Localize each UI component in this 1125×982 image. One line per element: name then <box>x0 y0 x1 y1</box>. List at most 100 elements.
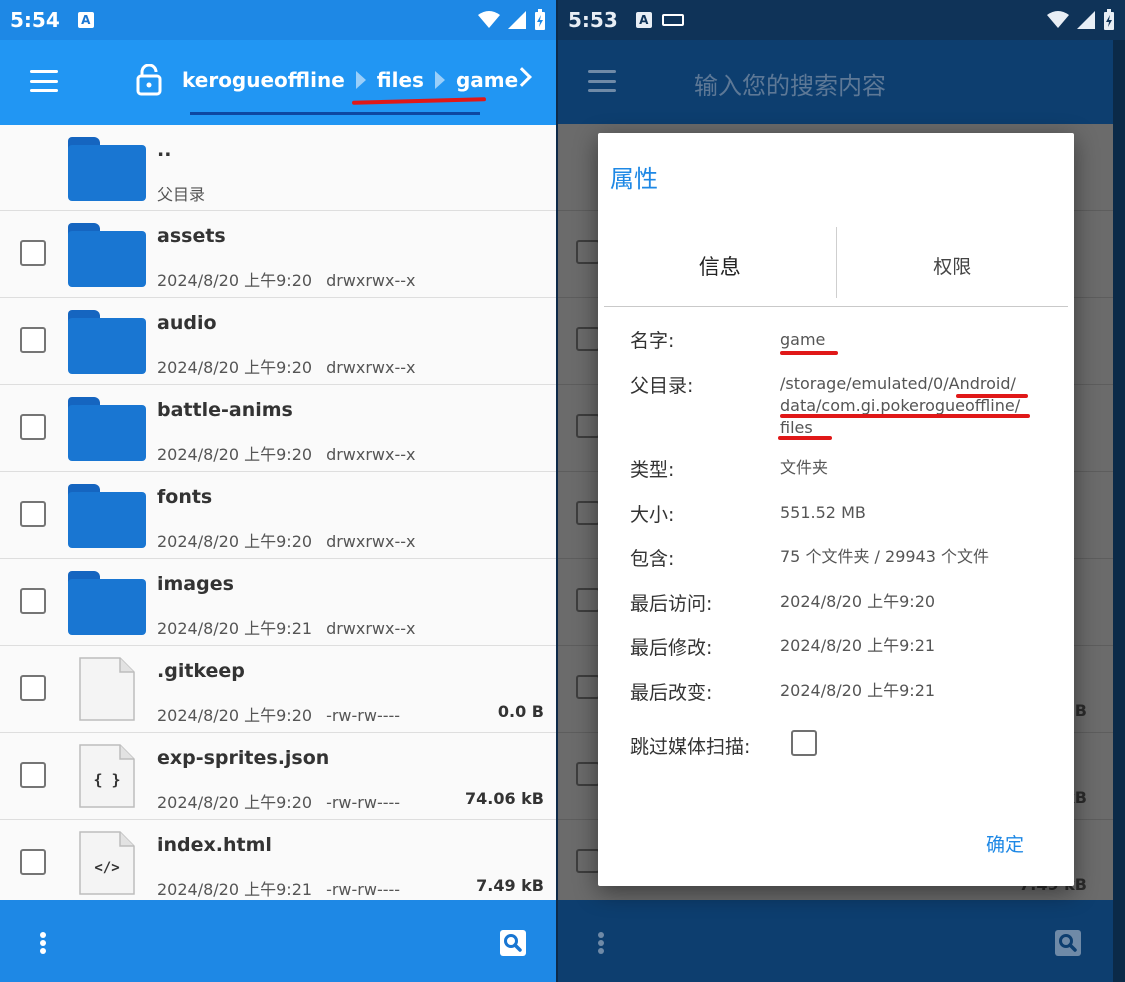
annotation-underline <box>956 394 1028 398</box>
lock-open-icon[interactable] <box>136 64 162 96</box>
file-permissions: -rw-rw---- <box>326 880 401 899</box>
menu-icon[interactable] <box>30 70 58 92</box>
file-permissions: drwxrwx--x <box>326 532 416 551</box>
parent-dir-label: 父目录: <box>630 375 694 397</box>
list-item[interactable]: .gitkeep 2024/8/20 上午9:20 -rw-rw---- 0.0 … <box>0 646 556 733</box>
select-checkbox[interactable] <box>20 501 46 527</box>
annotation-underline <box>778 436 832 440</box>
keyboard-icon <box>661 14 684 26</box>
file-permissions: drwxrwx--x <box>326 271 416 290</box>
list-item[interactable]: assets 2024/8/20 上午9:20 drwxrwx--x <box>0 211 556 298</box>
file-permissions: drwxrwx--x <box>326 445 416 464</box>
list-item[interactable]: battle-anims 2024/8/20 上午9:20 drwxrwx--x <box>0 385 556 472</box>
list-item[interactable]: { } exp-sprites.json 2024/8/20 上午9:20 -rw… <box>0 733 556 820</box>
search-icon <box>504 934 522 952</box>
properties-panel: 5:53 A 输入您的搜索内容 0 B kB 7.49 kB <box>558 0 1125 982</box>
breadcrumb-item-current[interactable]: game <box>456 68 518 92</box>
file-name: audio <box>157 312 217 334</box>
file-permissions: drwxrwx--x <box>326 358 416 377</box>
tab-permissions[interactable]: 权限 <box>837 225 1069 306</box>
breadcrumb-separator-icon <box>434 71 445 89</box>
last-accessed-value: 2024/8/20 上午9:20 <box>780 592 936 611</box>
breadcrumb-indicator <box>190 112 480 115</box>
status-time: 5:53 <box>568 8 618 32</box>
select-checkbox[interactable] <box>20 240 46 266</box>
dialog-title: 属性 <box>610 165 658 193</box>
file-meta: 2024/8/20 上午9:21 -rw-rw---- <box>157 876 400 900</box>
size-label: 大小: <box>630 504 675 526</box>
breadcrumb-item[interactable]: kerogueoffline <box>182 68 345 92</box>
file-name: assets <box>157 225 226 247</box>
file-permissions: -rw-rw---- <box>326 793 401 812</box>
app-notification-icon: A <box>77 12 94 28</box>
ok-button[interactable]: 确定 <box>986 830 1024 857</box>
search-toolbar: 输入您的搜索内容 <box>558 40 1113 124</box>
list-item[interactable]: images 2024/8/20 上午9:21 drwxrwx--x <box>0 559 556 646</box>
last-changed-value: 2024/8/20 上午9:21 <box>780 681 936 700</box>
select-checkbox[interactable] <box>20 675 46 701</box>
tab-info[interactable]: 信息 <box>604 225 836 306</box>
file-size: 7.49 kB <box>476 876 544 895</box>
breadcrumb-separator-icon <box>355 71 366 89</box>
file-name: fonts <box>157 486 213 508</box>
contains-value: 75 个文件夹 / 29943 个文件 <box>780 547 989 566</box>
bottom-bar <box>558 900 1113 982</box>
more-vert-icon[interactable] <box>598 932 604 954</box>
list-item-parent[interactable]: .. 父目录 <box>0 125 556 211</box>
more-vert-icon[interactable] <box>40 932 46 954</box>
search-input[interactable]: 输入您的搜索内容 <box>694 66 886 101</box>
parent-dir-value: /storage/emulated/0/Android/ data/com.gi… <box>780 373 1020 439</box>
list-item[interactable]: fonts 2024/8/20 上午9:20 drwxrwx--x <box>0 472 556 559</box>
battery-icon <box>535 9 545 30</box>
app-notification-icon: A <box>635 12 652 28</box>
signal-icon <box>508 11 526 29</box>
file-name: images <box>157 573 234 595</box>
html-file-icon: </> <box>79 831 135 895</box>
name-value: game <box>780 330 826 349</box>
select-checkbox[interactable] <box>20 414 46 440</box>
file-meta: 2024/8/20 上午9:20 drwxrwx--x <box>157 354 416 378</box>
status-bar: 5:53 A <box>558 0 1125 40</box>
status-time: 5:54 <box>10 8 60 32</box>
select-checkbox[interactable] <box>20 588 46 614</box>
search-button[interactable] <box>1055 930 1081 956</box>
select-checkbox <box>576 849 600 873</box>
breadcrumb-item[interactable]: files <box>377 68 424 92</box>
folder-icon <box>68 484 146 548</box>
edge-strip <box>1113 40 1125 982</box>
list-item[interactable]: </> index.html 2024/8/20 上午9:21 -rw-rw---… <box>0 820 556 907</box>
annotation-underline <box>780 414 1030 418</box>
file-size: 0.0 B <box>497 702 544 721</box>
file-date: 2024/8/20 上午9:20 <box>157 271 313 290</box>
file-permissions: drwxrwx--x <box>326 619 416 638</box>
select-checkbox[interactable] <box>20 327 46 353</box>
select-checkbox <box>576 414 600 438</box>
file-meta: 2024/8/20 上午9:20 -rw-rw---- <box>157 789 400 813</box>
menu-icon[interactable] <box>588 70 616 92</box>
last-accessed-label: 最后访问: <box>630 593 713 615</box>
file-date: 2024/8/20 上午9:20 <box>157 706 313 725</box>
select-checkbox <box>576 588 600 612</box>
select-checkbox[interactable] <box>20 849 46 875</box>
file-list: .. 父目录 assets 2024/8/20 上午9:20 drwxrwx--x… <box>0 125 556 907</box>
file-icon <box>79 657 135 721</box>
dialog-tabs: 信息 权限 <box>604 225 1068 307</box>
skip-media-scan-checkbox[interactable] <box>791 730 817 756</box>
folder-icon <box>68 571 146 635</box>
type-label: 类型: <box>630 459 675 481</box>
search-icon <box>1059 934 1077 952</box>
file-date: 2024/8/20 上午9:20 <box>157 532 313 551</box>
folder-icon <box>68 223 146 287</box>
folder-icon <box>68 310 146 374</box>
select-checkbox <box>576 327 600 351</box>
json-glyph: { } <box>93 771 120 789</box>
file-date: 2024/8/20 上午9:21 <box>157 619 313 638</box>
file-meta: 2024/8/20 上午9:20 drwxrwx--x <box>157 267 416 291</box>
file-date: 2024/8/20 上午9:21 <box>157 880 313 899</box>
list-item[interactable]: audio 2024/8/20 上午9:20 drwxrwx--x <box>0 298 556 385</box>
search-button[interactable] <box>500 930 526 956</box>
select-checkbox[interactable] <box>20 762 46 788</box>
parent-dir-line: /storage/emulated/0/Android/ <box>780 374 1016 393</box>
folder-icon <box>68 137 146 201</box>
annotation-underline <box>780 351 838 355</box>
